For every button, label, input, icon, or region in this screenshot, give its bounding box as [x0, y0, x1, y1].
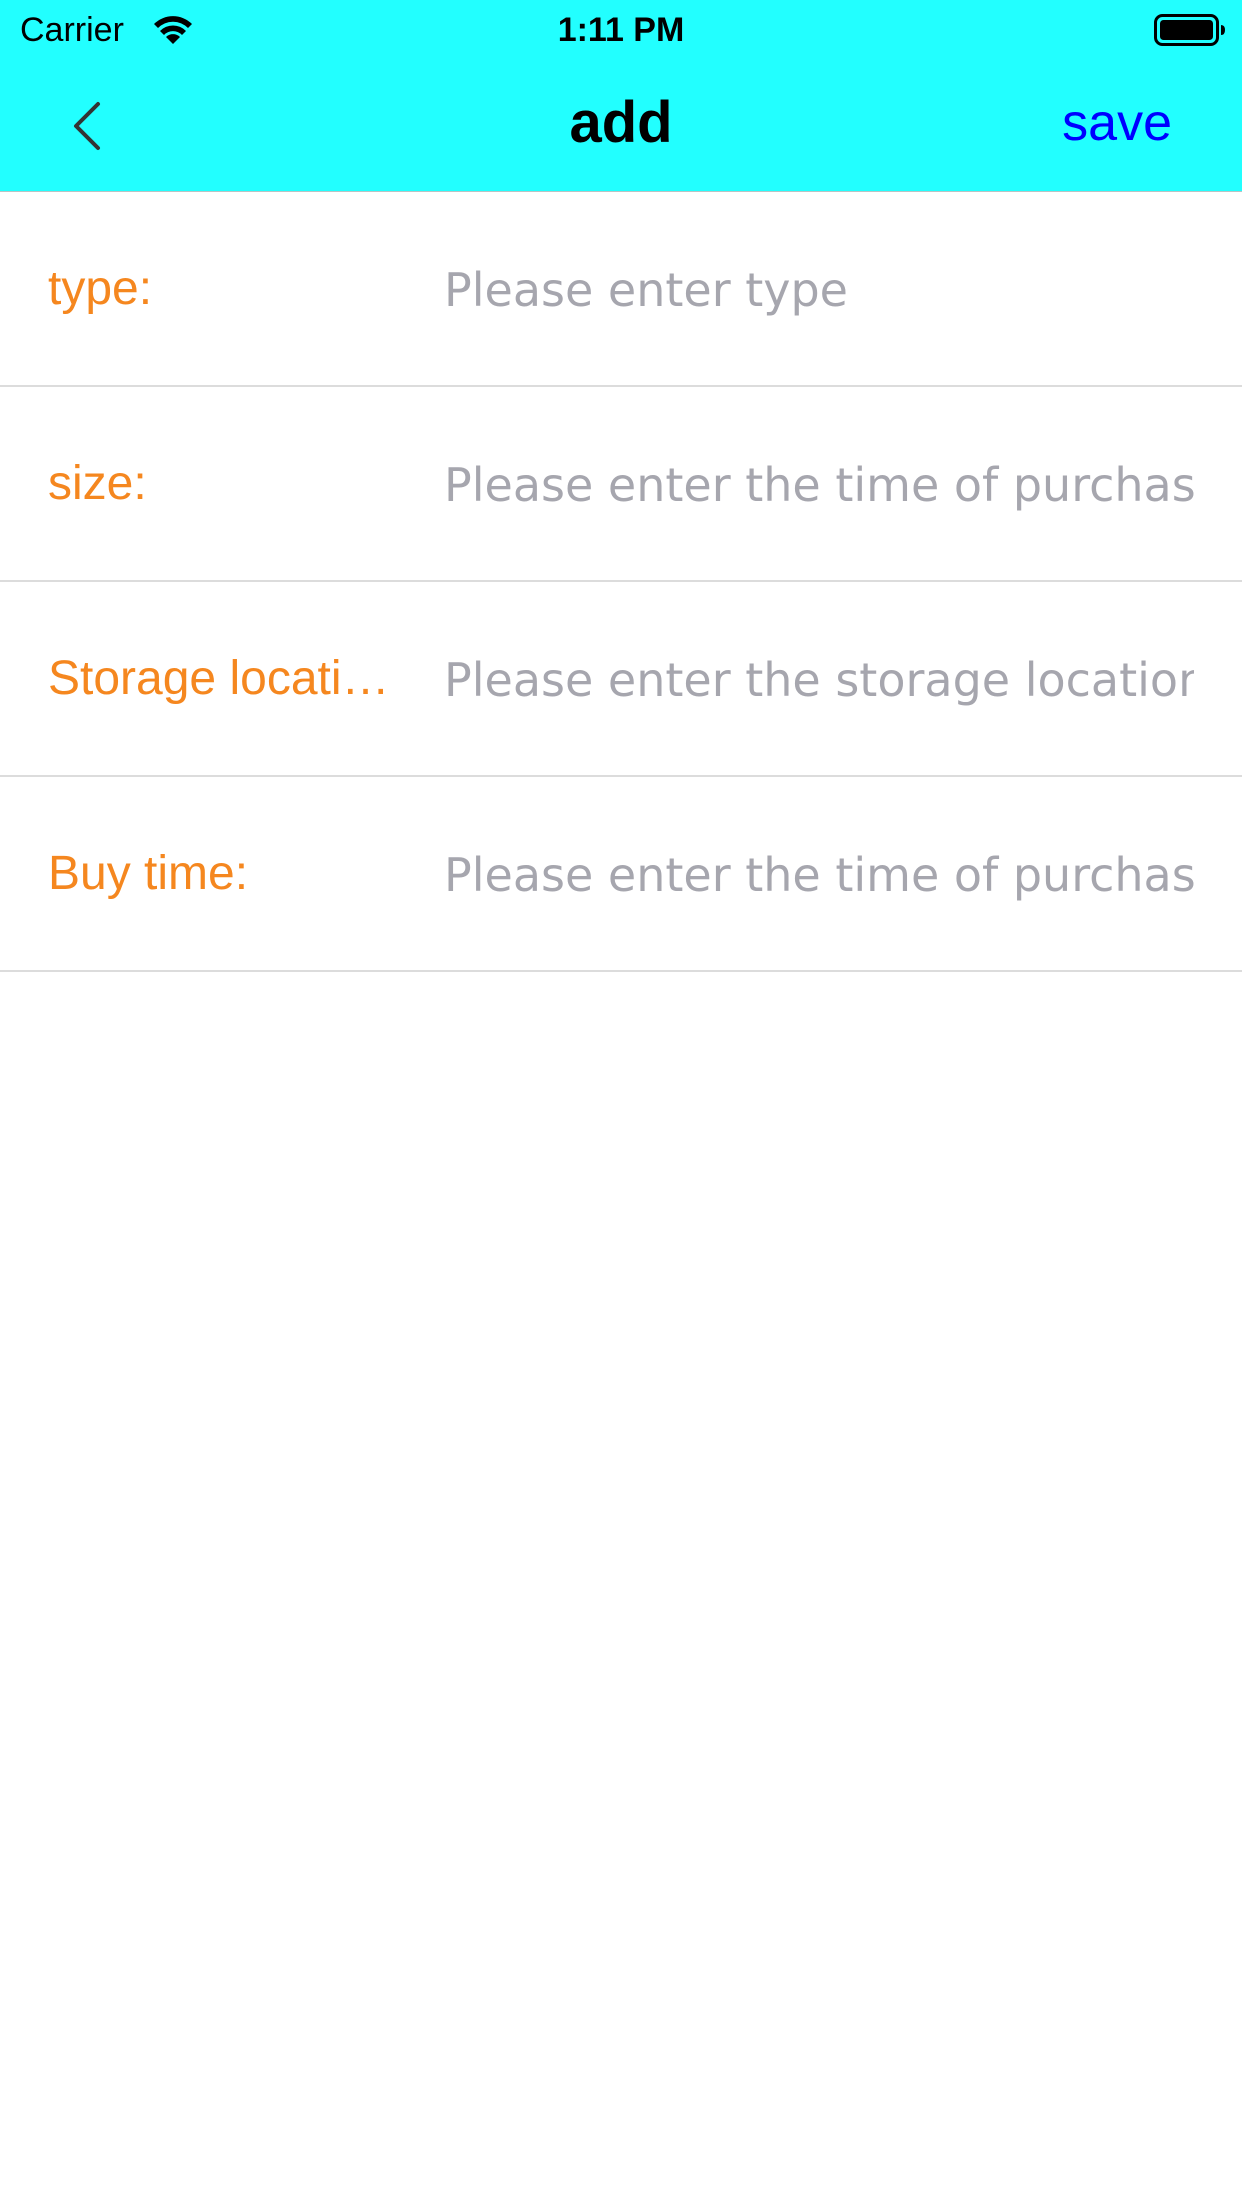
save-button[interactable]: save: [1062, 92, 1172, 154]
page-title: add: [569, 90, 673, 155]
type-input[interactable]: [444, 252, 1194, 328]
storage-location-input[interactable]: [444, 642, 1194, 718]
header: Carrier 1:11 PM add save: [0, 0, 1242, 192]
size-label: size:: [48, 457, 147, 510]
battery-icon: [1154, 14, 1225, 46]
buy-time-label: Buy time:: [48, 847, 249, 900]
add-form: type: size: Storage location: Buy time:: [0, 192, 1242, 972]
status-bar: Carrier 1:11 PM: [0, 0, 1242, 60]
form-row-size: size:: [0, 387, 1242, 582]
type-label: type:: [48, 262, 153, 315]
form-row-type: type:: [0, 192, 1242, 387]
navigation-bar: add save: [0, 60, 1242, 192]
buy-time-input[interactable]: [444, 837, 1194, 913]
size-input[interactable]: [444, 447, 1194, 523]
storage-location-label: Storage location:: [48, 652, 408, 705]
form-row-buy-time: Buy time:: [0, 777, 1242, 972]
screen: Carrier 1:11 PM add save type: Please en…: [0, 0, 1242, 2208]
form-row-storage-location: Storage location:: [0, 582, 1242, 777]
status-time: 1:11 PM: [557, 11, 685, 49]
